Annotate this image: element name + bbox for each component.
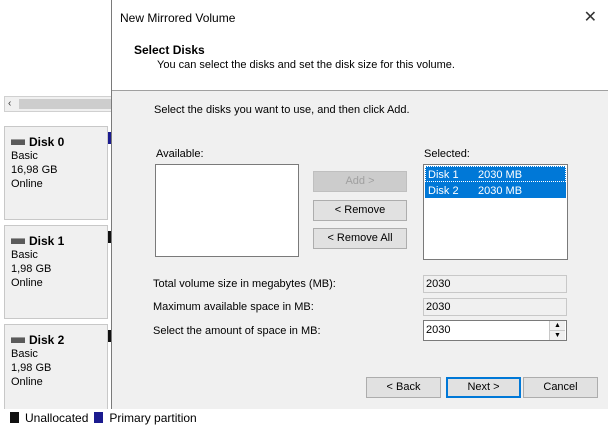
total-size-field: 2030 bbox=[423, 275, 567, 293]
next-button[interactable]: Next > bbox=[446, 377, 521, 398]
disk-name: Disk 2 bbox=[428, 185, 459, 197]
remove-button[interactable]: < Remove bbox=[313, 200, 407, 221]
disk-status: Online bbox=[11, 376, 43, 388]
legend-primary: Primary partition bbox=[109, 410, 197, 425]
remove-all-button[interactable]: < Remove All bbox=[313, 228, 407, 249]
selected-disk-item[interactable]: Disk 1 2030 MB bbox=[425, 166, 566, 182]
instruction-text: Select the disks you want to use, and th… bbox=[154, 104, 410, 116]
max-space-field: 2030 bbox=[423, 298, 567, 316]
disk-name: Disk 1 bbox=[428, 169, 459, 181]
disk-status: Online bbox=[11, 277, 43, 289]
disk-name: Disk 0 bbox=[29, 135, 65, 149]
amount-spinbox[interactable]: 2030 ▲ ▼ bbox=[423, 320, 567, 341]
wizard-header: Select Disks You can select the disks an… bbox=[112, 33, 608, 91]
primary-partition-swatch bbox=[94, 412, 104, 423]
scroll-left-arrow-icon[interactable]: ‹ bbox=[8, 98, 11, 109]
disk-size: 2030 MB bbox=[478, 169, 523, 181]
disk-type: Basic bbox=[11, 249, 38, 261]
disk-0-panel[interactable]: Disk 0 Basic 16,98 GB Online bbox=[4, 126, 108, 220]
close-icon[interactable]: ✕ bbox=[584, 7, 597, 27]
new-mirrored-volume-dialog: New Mirrored Volume ✕ Select Disks You c… bbox=[111, 0, 608, 409]
total-size-label: Total volume size in megabytes (MB): bbox=[153, 278, 336, 290]
disk-type: Basic bbox=[11, 150, 38, 162]
disk-status: Online bbox=[11, 178, 43, 190]
disk-1-panel[interactable]: Disk 1 Basic 1,98 GB Online bbox=[4, 225, 108, 319]
header-title: Select Disks bbox=[134, 43, 205, 57]
chevron-up-icon[interactable]: ▲ bbox=[550, 321, 565, 331]
disk-icon bbox=[11, 337, 25, 343]
disk-size: 1,98 GB bbox=[11, 263, 52, 275]
disk-icon bbox=[11, 139, 25, 145]
disk-name: Disk 1 bbox=[29, 234, 65, 248]
disk-icon bbox=[11, 238, 25, 244]
disk-name: Disk 2 bbox=[29, 333, 65, 347]
amount-value[interactable]: 2030 bbox=[426, 324, 450, 336]
legend-unallocated: Unallocated bbox=[25, 410, 89, 425]
unallocated-swatch bbox=[10, 412, 19, 423]
cancel-button[interactable]: Cancel bbox=[523, 377, 598, 398]
selected-disks-list[interactable]: Disk 1 2030 MB Disk 2 2030 MB bbox=[423, 164, 568, 260]
scrollbar-thumb[interactable] bbox=[19, 99, 113, 109]
volume-list-area bbox=[0, 0, 113, 96]
disk-type: Basic bbox=[11, 348, 38, 360]
max-space-label: Maximum available space in MB: bbox=[153, 301, 314, 313]
dialog-title: New Mirrored Volume bbox=[120, 11, 236, 25]
legend: Unallocated Primary partition bbox=[0, 409, 608, 426]
available-disks-list[interactable] bbox=[155, 164, 299, 257]
selected-disk-item[interactable]: Disk 2 2030 MB bbox=[425, 182, 566, 198]
disk-2-panel[interactable]: Disk 2 Basic 1,98 GB Online bbox=[4, 324, 108, 418]
available-label: Available: bbox=[156, 148, 204, 160]
spin-buttons[interactable]: ▲ ▼ bbox=[549, 321, 566, 340]
back-button[interactable]: < Back bbox=[366, 377, 441, 398]
header-subtitle: You can select the disks and set the dis… bbox=[157, 59, 455, 71]
selected-label: Selected: bbox=[424, 148, 470, 160]
add-button[interactable]: Add > bbox=[313, 171, 407, 192]
horizontal-scrollbar[interactable]: ‹ bbox=[4, 96, 113, 112]
amount-label: Select the amount of space in MB: bbox=[153, 325, 321, 337]
chevron-down-icon[interactable]: ▼ bbox=[550, 331, 565, 340]
disk-size: 16,98 GB bbox=[11, 164, 58, 176]
dialog-titlebar[interactable]: New Mirrored Volume ✕ bbox=[112, 0, 608, 33]
disk-size: 1,98 GB bbox=[11, 362, 52, 374]
disk-size: 2030 MB bbox=[478, 185, 523, 197]
